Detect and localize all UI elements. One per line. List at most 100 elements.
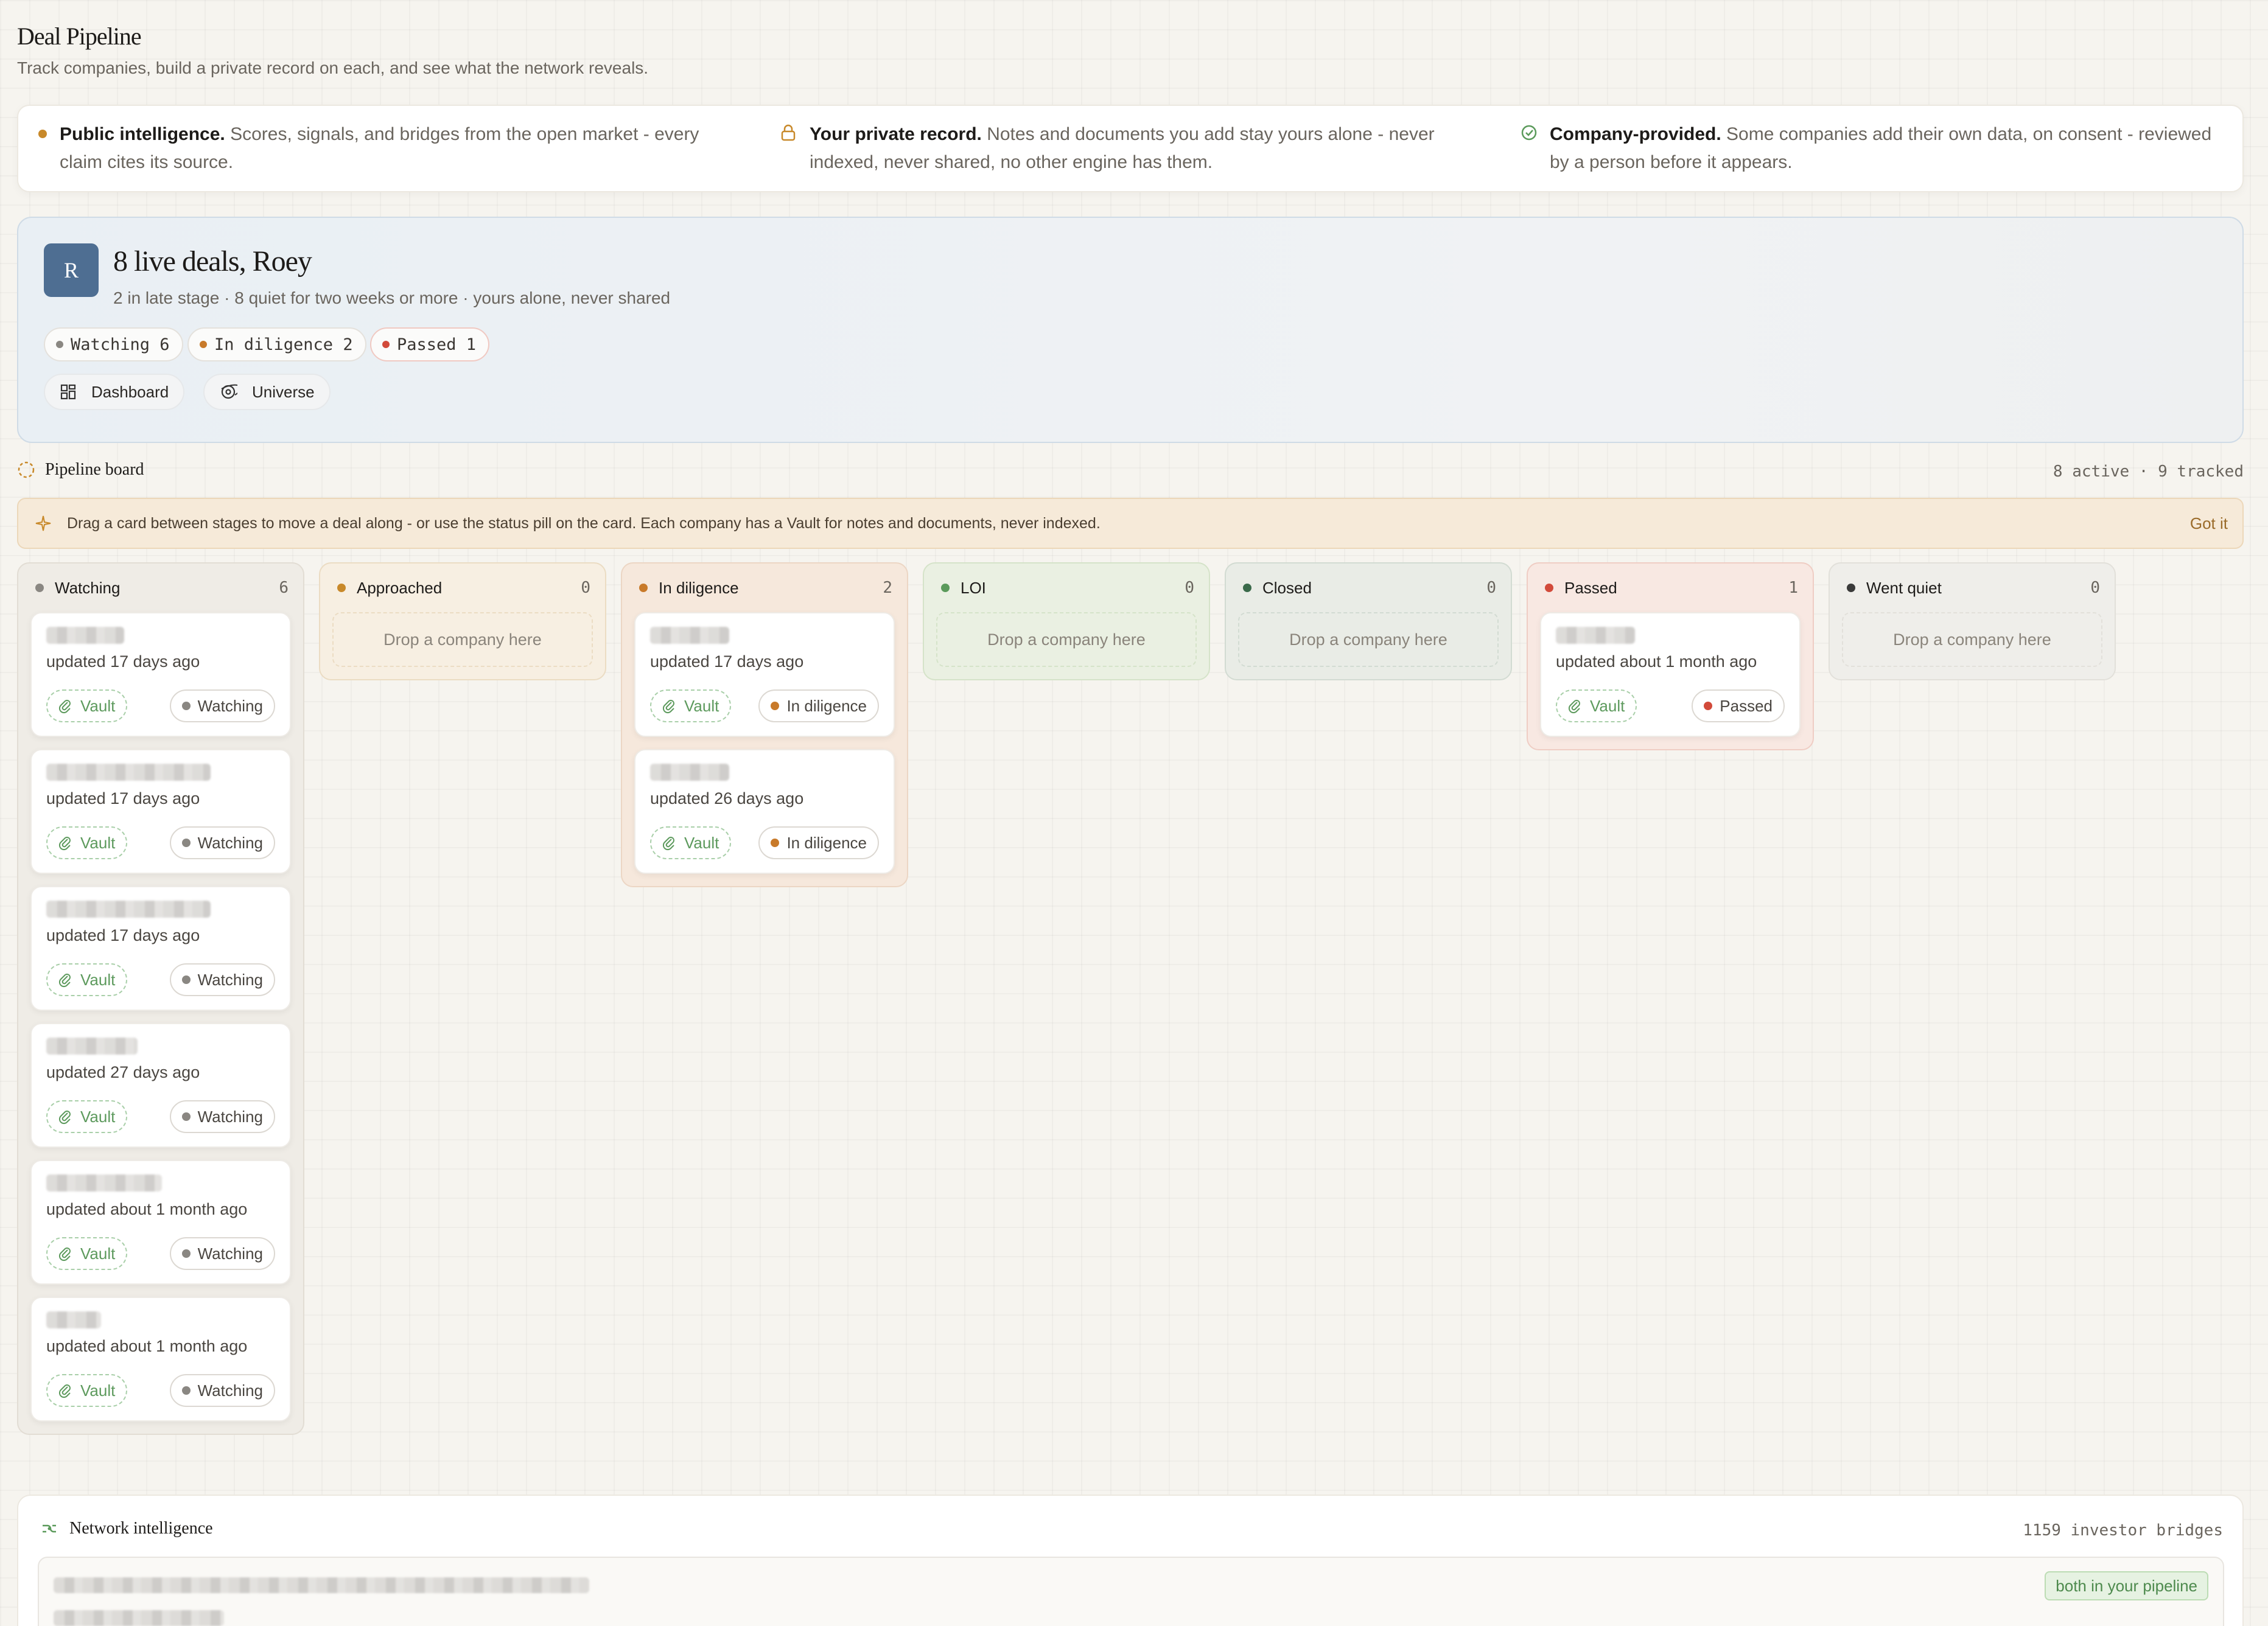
dashboard-label: Dashboard — [91, 382, 169, 401]
column-title: LOI — [961, 578, 986, 597]
status-pill[interactable]: Watching — [169, 1100, 275, 1133]
pipeline-count: 8 active · 9 tracked — [2053, 462, 2244, 481]
vault-label: Vault — [684, 696, 719, 715]
vault-button[interactable]: Vault — [46, 1100, 128, 1133]
paperclip-icon — [58, 1247, 71, 1261]
drop-zone[interactable]: Drop a company here — [1238, 612, 1499, 667]
loading-circle-icon — [18, 461, 35, 478]
status-label: Watching — [197, 1244, 263, 1263]
universe-button[interactable]: Universe — [203, 374, 331, 410]
vault-label: Vault — [80, 833, 116, 852]
vault-button[interactable]: Vault — [46, 826, 128, 859]
info-private-title: Your private record. — [810, 124, 982, 144]
deal-card[interactable]: updated about 1 month ago Vault Watching — [30, 1160, 291, 1285]
column-count: 1 — [1788, 579, 1798, 597]
deal-card[interactable]: updated 17 days ago Vault Watching — [30, 886, 291, 1011]
status-pill[interactable]: Watching — [169, 963, 275, 996]
column-approached[interactable]: Approached 0 Drop a company here — [319, 562, 606, 680]
paperclip-icon — [58, 837, 71, 851]
deal-card[interactable]: updated 26 days ago Vault In diligence — [634, 749, 895, 874]
deal-card[interactable]: updated about 1 month ago Vault Watching — [30, 1297, 291, 1422]
redacted-company-name — [650, 627, 729, 644]
column-count: 6 — [279, 579, 289, 597]
info-company-title: Company-provided. — [1550, 124, 1721, 144]
column-count: 0 — [581, 579, 590, 597]
status-dot — [181, 1386, 191, 1395]
updated-text: updated 17 days ago — [46, 652, 200, 671]
chip-label: Passed 1 — [397, 335, 477, 354]
status-pill[interactable]: Watching — [169, 826, 275, 859]
deal-card[interactable]: updated 17 days ago Vault In diligence — [634, 612, 895, 737]
status-dot — [1704, 702, 1713, 710]
status-dot — [771, 839, 780, 847]
vault-button[interactable]: Vault — [46, 1237, 128, 1270]
status-pill[interactable]: Passed — [1692, 689, 1785, 722]
stage-dot — [1243, 584, 1251, 592]
redacted-company-name — [46, 1038, 138, 1055]
redacted-company-name — [46, 1174, 162, 1192]
updated-text: updated about 1 month ago — [46, 1200, 248, 1218]
chip-in-diligence[interactable]: In diligence 2 — [187, 327, 366, 361]
stage-dot — [337, 584, 346, 592]
paperclip-icon — [58, 1111, 71, 1125]
vault-button[interactable]: Vault — [46, 1374, 128, 1407]
deal-card[interactable]: updated 17 days ago Vault Watching — [30, 612, 291, 737]
stage-dot — [1545, 584, 1553, 592]
network-bridge-row[interactable]: both in your pipeline — [38, 1557, 2224, 1626]
column-loi[interactable]: LOI 0 Drop a company here — [923, 562, 1210, 680]
paperclip-icon — [58, 974, 71, 988]
vault-button[interactable]: Vault — [1556, 689, 1637, 722]
updated-text: updated 17 days ago — [650, 652, 804, 671]
pipeline-board-header: Pipeline board — [17, 460, 144, 480]
paperclip-icon — [662, 700, 674, 714]
status-label: Passed — [1720, 696, 1773, 715]
card-actions: Vault Passed — [1556, 689, 1785, 722]
deal-card[interactable]: updated about 1 month ago Vault Passed — [1540, 612, 1801, 737]
column-went-quiet[interactable]: Went quiet 0 Drop a company here — [1829, 562, 2116, 680]
column-header: Went quiet 0 — [1830, 564, 2115, 612]
status-pill[interactable]: Watching — [169, 689, 275, 722]
column-closed[interactable]: Closed 0 Drop a company here — [1225, 562, 1512, 680]
dashboard-icon — [60, 384, 76, 400]
status-pill[interactable]: In diligence — [758, 689, 879, 722]
status-label: Watching — [197, 970, 263, 989]
column-watching[interactable]: Watching 6 updated 17 days ago Vault Watchin… — [17, 562, 304, 1435]
paperclip-icon — [58, 1384, 71, 1398]
universe-icon — [221, 384, 237, 399]
hero-subtitle: 2 in late stage · 8 quiet for two weeks … — [113, 288, 671, 307]
column-count: 0 — [1486, 579, 1496, 597]
deal-card[interactable]: updated 27 days ago Vault Watching — [30, 1023, 291, 1148]
column-passed[interactable]: Passed 1 updated about 1 month ago Vault Pas… — [1527, 562, 1814, 750]
card-actions: Vault Watching — [46, 1374, 275, 1407]
vault-button[interactable]: Vault — [650, 689, 732, 722]
column-in-diligence[interactable]: In diligence 2 updated 17 days ago Vault In … — [621, 562, 908, 887]
universe-label: Universe — [252, 382, 315, 401]
chip-watching[interactable]: Watching 6 — [44, 327, 183, 361]
deal-card[interactable]: updated 17 days ago Vault Watching — [30, 749, 291, 874]
vault-label: Vault — [80, 1107, 116, 1126]
drop-zone[interactable]: Drop a company here — [332, 612, 593, 667]
info-banner: Public intelligence. Scores, signals, an… — [17, 105, 2244, 192]
status-pill[interactable]: In diligence — [758, 826, 879, 859]
vault-button[interactable]: Vault — [46, 689, 128, 722]
pipeline-badge: both in your pipeline — [2045, 1571, 2208, 1600]
avatar: R — [44, 243, 99, 297]
column-count: 2 — [883, 579, 892, 597]
status-pill[interactable]: Watching — [169, 1237, 275, 1270]
drop-zone[interactable]: Drop a company here — [936, 612, 1197, 667]
paperclip-icon — [1568, 700, 1580, 714]
redacted-company-name — [650, 764, 729, 781]
chip-passed[interactable]: Passed 1 — [370, 327, 490, 361]
redacted-company-name — [46, 764, 211, 781]
got-it-button[interactable]: Got it — [2190, 514, 2228, 533]
card-actions: Vault In diligence — [650, 826, 879, 859]
status-dot — [181, 975, 191, 984]
vault-button[interactable]: Vault — [650, 826, 732, 859]
status-pill[interactable]: Watching — [169, 1374, 275, 1407]
column-title: Went quiet — [1866, 578, 1942, 597]
network-title: Network intelligence — [69, 1519, 213, 1538]
column-title: Watching — [55, 578, 121, 597]
dashboard-button[interactable]: Dashboard — [44, 374, 185, 410]
vault-button[interactable]: Vault — [46, 963, 128, 996]
drop-zone[interactable]: Drop a company here — [1842, 612, 2102, 667]
